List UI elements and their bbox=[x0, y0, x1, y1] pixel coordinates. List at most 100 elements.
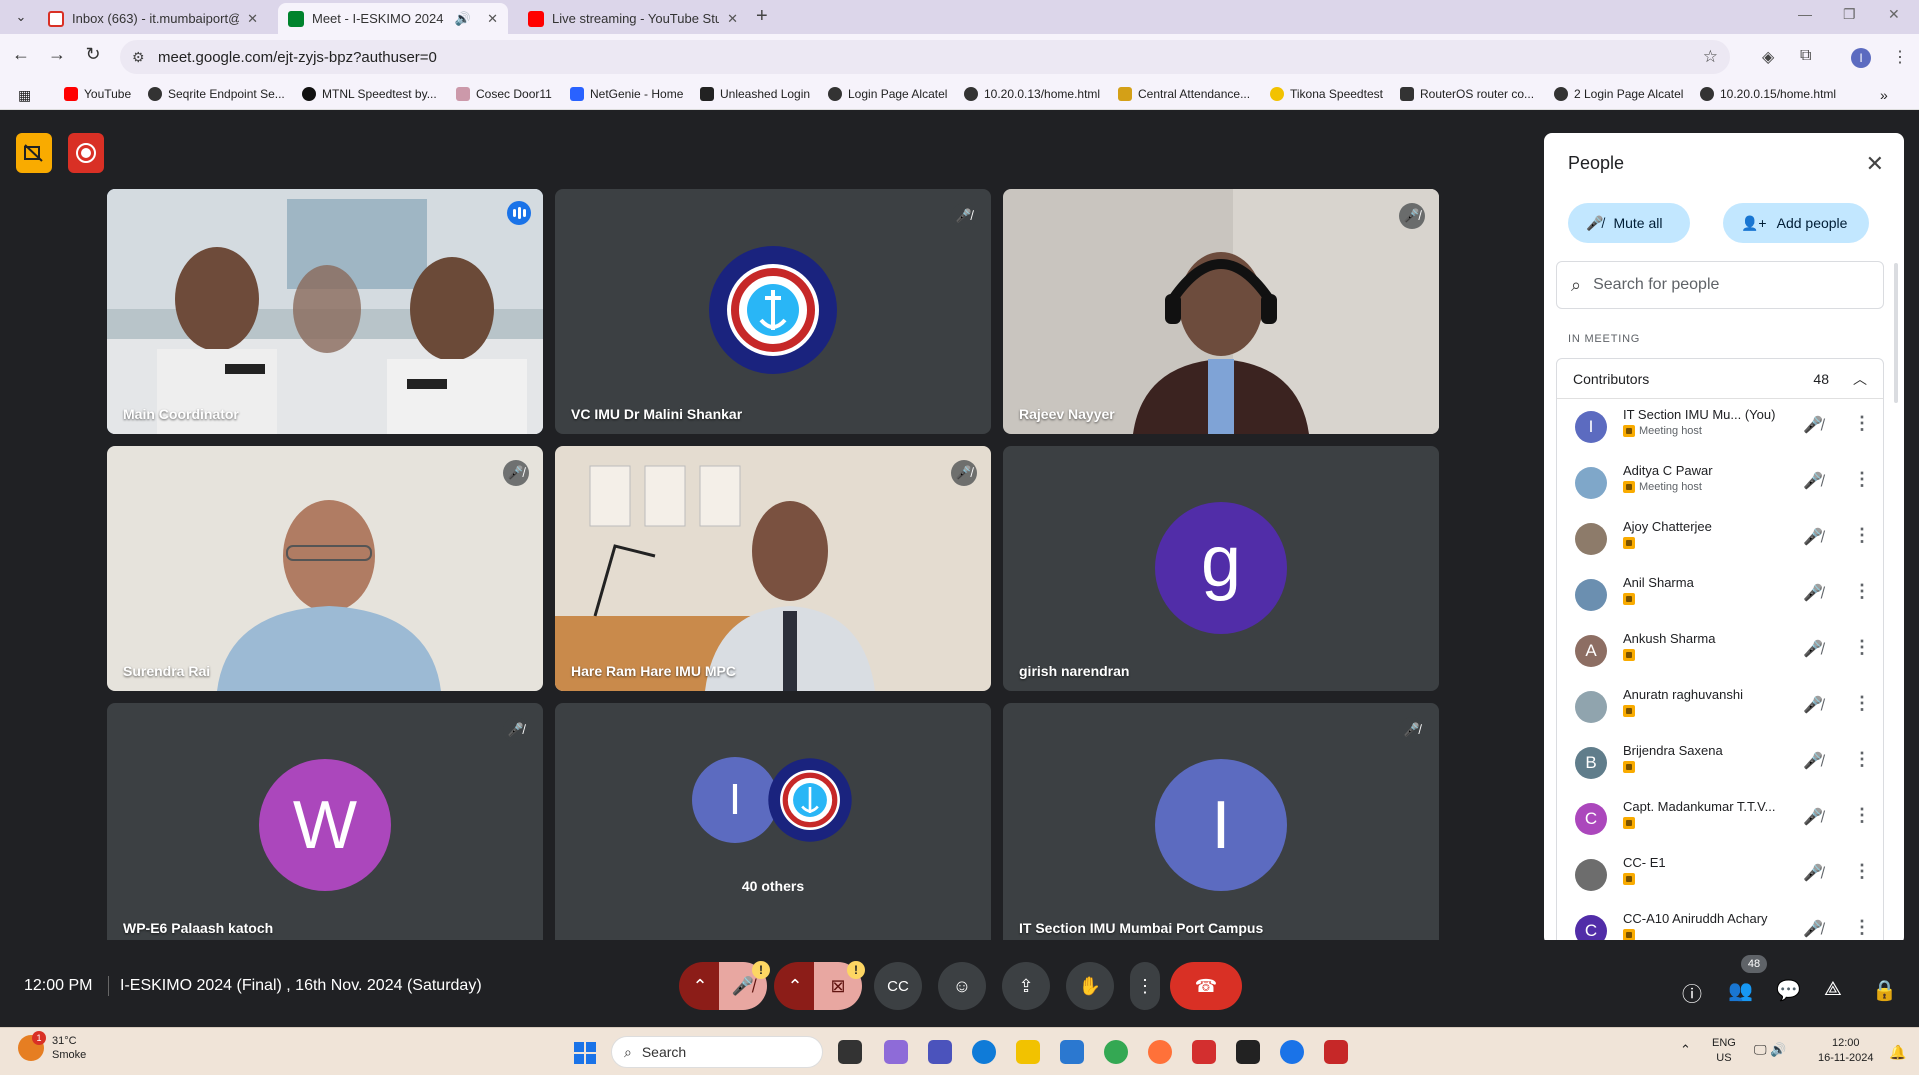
participant-tile[interactable]: Main Coordinator bbox=[107, 189, 543, 434]
tab-search-chevron-icon[interactable]: ⌄ bbox=[10, 6, 32, 28]
bookmark-10-20-0-13[interactable]: 10.20.0.13/home.html bbox=[964, 87, 1100, 101]
language-indicator[interactable]: ENG US bbox=[1712, 1036, 1736, 1066]
people-search-input[interactable]: ⌕ Search for people bbox=[1556, 261, 1884, 309]
copilot-icon[interactable] bbox=[884, 1040, 908, 1064]
vc-app-icon[interactable] bbox=[1060, 1040, 1084, 1064]
leave-call-button[interactable]: ☎ bbox=[1170, 962, 1242, 1010]
mic-off-icon[interactable]: 🎤̸ bbox=[1803, 863, 1823, 883]
app-icon[interactable] bbox=[1192, 1040, 1216, 1064]
bookmark-alcatel-2[interactable]: 2 Login Page Alcatel bbox=[1554, 87, 1683, 101]
snipping-tool-icon[interactable] bbox=[1324, 1040, 1348, 1064]
teams-icon[interactable] bbox=[928, 1040, 952, 1064]
bookmark-alcatel[interactable]: Login Page Alcatel bbox=[828, 87, 947, 101]
more-options-icon[interactable]: ⋮ bbox=[1853, 917, 1871, 938]
participant-row[interactable]: Aditya C Pawar Meeting host 🎤̸ ⋮ bbox=[1557, 455, 1883, 511]
chrome-profile-icon[interactable] bbox=[1280, 1040, 1304, 1064]
more-options-icon[interactable]: ⋮ bbox=[1853, 805, 1871, 826]
participant-tile[interactable]: 🎤̸ Rajeev Nayyer bbox=[1003, 189, 1439, 434]
extensions-puzzle-icon[interactable]: ⧉ bbox=[1800, 47, 1811, 65]
file-explorer-icon[interactable] bbox=[1016, 1040, 1040, 1064]
mic-off-icon[interactable]: 🎤̸ bbox=[1803, 583, 1823, 603]
close-window-icon[interactable]: ✕ bbox=[1888, 6, 1900, 23]
restore-icon[interactable]: ❐ bbox=[1843, 6, 1856, 23]
start-button[interactable] bbox=[574, 1042, 596, 1064]
more-options-icon[interactable]: ⋮ bbox=[1853, 693, 1871, 714]
task-view-icon[interactable] bbox=[838, 1040, 862, 1064]
taskbar-search[interactable]: ⌕ Search bbox=[611, 1036, 823, 1068]
bookmark-routeros[interactable]: RouterOS router co... bbox=[1400, 87, 1534, 101]
extension-icon[interactable]: ◈ bbox=[1762, 47, 1774, 67]
bookmark-unleashed[interactable]: Unleashed Login bbox=[700, 87, 810, 101]
bookmark-10-20-0-15[interactable]: 10.20.0.15/home.html bbox=[1700, 87, 1836, 101]
more-options-icon[interactable]: ⋮ bbox=[1853, 525, 1871, 546]
system-clock[interactable]: 12:00 16-11-2024 bbox=[1818, 1036, 1873, 1066]
tray-chevron-icon[interactable]: ⌃ bbox=[1680, 1042, 1691, 1057]
close-tab-icon[interactable]: ✕ bbox=[487, 11, 498, 27]
bookmark-tikona[interactable]: Tikona Speedtest bbox=[1270, 87, 1383, 101]
recording-info-icon[interactable] bbox=[16, 133, 52, 173]
bookmark-seqrite[interactable]: Seqrite Endpoint Se... bbox=[148, 87, 285, 101]
more-options-icon[interactable]: ⋮ bbox=[1853, 637, 1871, 658]
mic-off-icon[interactable]: 🎤̸ bbox=[1803, 415, 1823, 435]
bookmark-netgenie[interactable]: NetGenie - Home bbox=[570, 87, 683, 101]
apps-grid-icon[interactable]: ▦ bbox=[18, 87, 31, 104]
bookmark-central-attendance[interactable]: Central Attendance... bbox=[1118, 87, 1250, 101]
site-info-icon[interactable]: ⚙ bbox=[132, 49, 145, 66]
participant-row[interactable]: C Capt. Madankumar T.T.V... 🎤̸ ⋮ bbox=[1557, 791, 1883, 847]
participant-tile[interactable]: 🎤̸ Hare Ram Hare IMU MPC bbox=[555, 446, 991, 691]
mic-off-icon[interactable]: 🎤̸ bbox=[1803, 695, 1823, 715]
mic-off-icon[interactable]: 🎤̸ bbox=[1803, 639, 1823, 659]
participant-row[interactable]: I IT Section IMU Mu... (You) Meeting host 🎤… bbox=[1557, 399, 1883, 455]
people-icon[interactable]: 👥 bbox=[1728, 978, 1753, 1003]
participant-row[interactable]: CC- E1 🎤̸ ⋮ bbox=[1557, 847, 1883, 903]
raise-hand-button[interactable]: ✋ bbox=[1066, 962, 1114, 1010]
emoji-reactions-button[interactable]: ☺ bbox=[938, 962, 986, 1010]
notification-bell-icon[interactable]: 🔔 bbox=[1889, 1044, 1906, 1061]
participant-row[interactable]: Ajoy Chatterjee 🎤̸ ⋮ bbox=[1557, 511, 1883, 567]
others-tile[interactable]: I 40 others bbox=[555, 703, 991, 948]
activities-icon[interactable]: ⟁ bbox=[1824, 978, 1842, 1001]
participant-tile[interactable]: I 🎤̸ IT Section IMU Mumbai Port Campus bbox=[1003, 703, 1439, 948]
chevron-up-icon[interactable]: ︿ bbox=[1853, 369, 1867, 389]
tab-meet[interactable]: Meet - I-ESKIMO 2024 (Fina 🔊 ✕ bbox=[278, 3, 508, 34]
participant-tile[interactable]: g girish narendran bbox=[1003, 446, 1439, 691]
participant-tile[interactable]: 🎤̸ VC IMU Dr Malini Shankar bbox=[555, 189, 991, 434]
panel-scrollbar[interactable] bbox=[1894, 263, 1898, 403]
profile-avatar[interactable]: I bbox=[1851, 48, 1871, 68]
present-screen-button[interactable]: ⇪ bbox=[1002, 962, 1050, 1010]
mic-off-icon[interactable]: 🎤̸ bbox=[1803, 919, 1823, 939]
participant-tile[interactable]: 🎤̸ Surendra Rai bbox=[107, 446, 543, 691]
close-panel-icon[interactable]: ✕ bbox=[1866, 151, 1884, 177]
more-options-button[interactable]: ⋮ bbox=[1130, 962, 1160, 1010]
more-options-icon[interactable]: ⋮ bbox=[1853, 413, 1871, 434]
speaker-icon[interactable]: 🔊 bbox=[455, 11, 471, 27]
participant-row[interactable]: B Brijendra Saxena 🎤̸ ⋮ bbox=[1557, 735, 1883, 791]
add-people-button[interactable]: 👤+ Add people bbox=[1723, 203, 1869, 243]
mic-off-icon[interactable]: 🎤̸ bbox=[1803, 807, 1823, 827]
firefox-icon[interactable] bbox=[1148, 1040, 1172, 1064]
host-controls-icon[interactable]: 🔒 bbox=[1872, 978, 1897, 1003]
more-options-icon[interactable]: ⋮ bbox=[1853, 469, 1871, 490]
mute-all-button[interactable]: 🎤̸ Mute all bbox=[1568, 203, 1690, 243]
bookmark-mtnl[interactable]: MTNL Speedtest by... bbox=[302, 87, 437, 101]
more-options-icon[interactable]: ⋮ bbox=[1853, 749, 1871, 770]
participant-row[interactable]: A Ankush Sharma 🎤̸ ⋮ bbox=[1557, 623, 1883, 679]
chat-icon[interactable]: 💬 bbox=[1776, 978, 1801, 1003]
bookmark-youtube[interactable]: YouTube bbox=[64, 87, 131, 101]
close-tab-icon[interactable]: ✕ bbox=[247, 11, 258, 27]
participant-row[interactable]: C CC-A10 Aniruddh Achary 🎤̸ ⋮ bbox=[1557, 903, 1883, 945]
participant-tile[interactable]: W 🎤̸ WP-E6 Palaash katoch bbox=[107, 703, 543, 948]
close-tab-icon[interactable]: ✕ bbox=[727, 11, 738, 27]
terminal-icon[interactable] bbox=[1236, 1040, 1260, 1064]
mic-off-icon[interactable]: 🎤̸ bbox=[1803, 471, 1823, 491]
more-options-icon[interactable]: ⋮ bbox=[1853, 861, 1871, 882]
chrome-icon[interactable] bbox=[1104, 1040, 1128, 1064]
contributors-header[interactable]: Contributors 48 ︿ bbox=[1557, 359, 1883, 399]
more-bookmarks-icon[interactable]: » bbox=[1880, 87, 1888, 103]
forward-icon[interactable]: → bbox=[44, 44, 70, 65]
minimize-icon[interactable]: — bbox=[1798, 6, 1812, 22]
captions-button[interactable]: CC bbox=[874, 962, 922, 1010]
back-icon[interactable]: ← bbox=[8, 44, 34, 65]
bookmark-star-icon[interactable]: ☆ bbox=[1703, 47, 1718, 67]
new-tab-button[interactable]: + bbox=[756, 5, 768, 28]
